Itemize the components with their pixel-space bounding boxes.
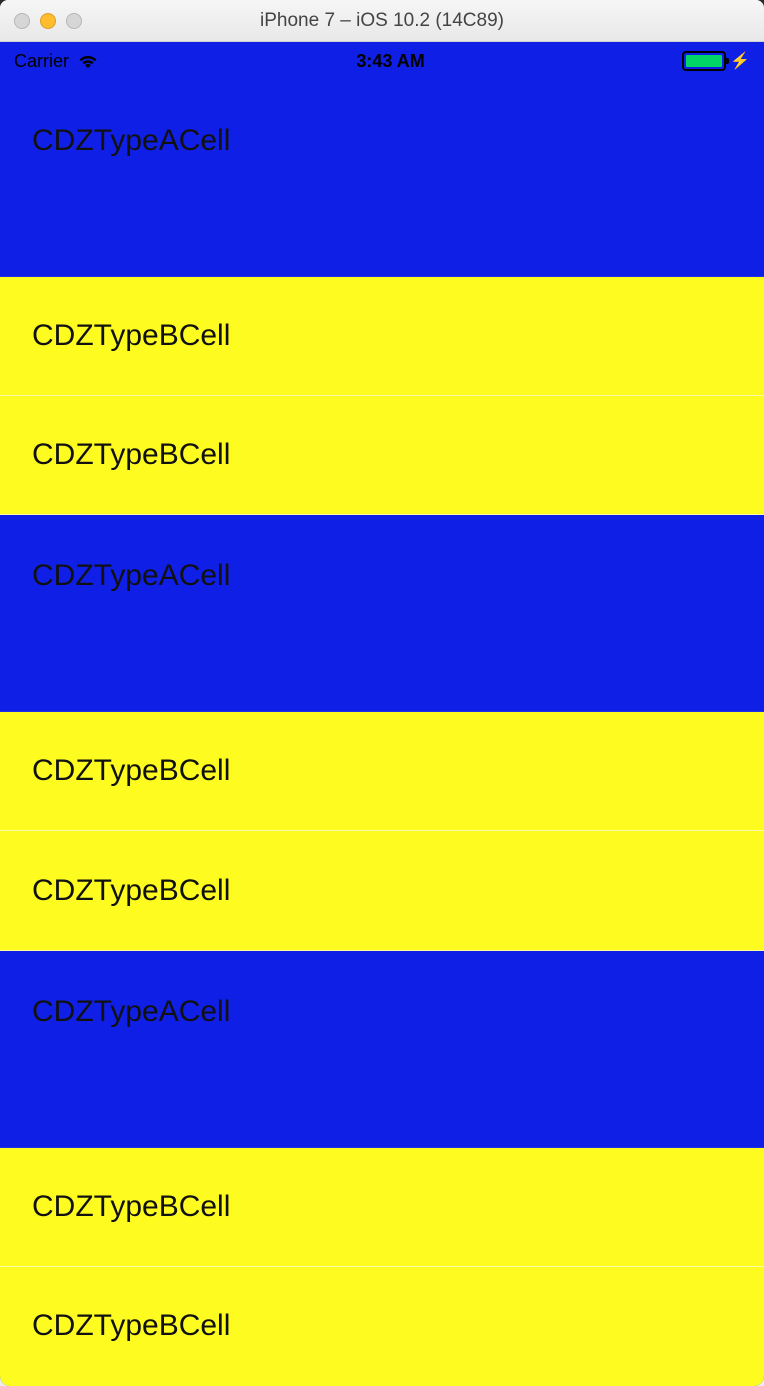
cell-label: CDZTypeACell	[32, 559, 230, 593]
cell-label: CDZTypeBCell	[32, 1309, 230, 1343]
status-left: Carrier	[14, 51, 99, 72]
cell-label: CDZTypeACell	[32, 124, 230, 158]
traffic-lights	[14, 13, 82, 29]
cell-label: CDZTypeBCell	[32, 319, 230, 353]
table-row[interactable]: CDZTypeACell	[0, 80, 764, 277]
charging-icon: ⚡	[730, 51, 750, 71]
cell-label: CDZTypeBCell	[32, 1190, 230, 1224]
table-row[interactable]: CDZTypeBCell	[0, 1267, 764, 1386]
cell-label: CDZTypeBCell	[32, 754, 230, 788]
cell-label: CDZTypeBCell	[32, 438, 230, 472]
battery-fill	[686, 55, 722, 67]
table-row[interactable]: CDZTypeACell	[0, 951, 764, 1148]
battery-icon	[682, 51, 726, 71]
simulator-window: iPhone 7 – iOS 10.2 (14C89) Carrier 3:43…	[0, 0, 764, 1386]
cell-label: CDZTypeACell	[32, 995, 230, 1029]
table-row[interactable]: CDZTypeBCell	[0, 831, 764, 950]
window-titlebar[interactable]: iPhone 7 – iOS 10.2 (14C89)	[0, 0, 764, 42]
wifi-icon	[77, 53, 99, 69]
status-time: 3:43 AM	[356, 51, 424, 72]
table-row[interactable]: CDZTypeBCell	[0, 1148, 764, 1267]
table-row[interactable]: CDZTypeBCell	[0, 396, 764, 515]
table-row[interactable]: CDZTypeACell	[0, 515, 764, 712]
window-title: iPhone 7 – iOS 10.2 (14C89)	[0, 10, 764, 32]
close-button[interactable]	[14, 13, 30, 29]
status-bar: Carrier 3:43 AM ⚡	[0, 42, 764, 80]
device-screen: Carrier 3:43 AM ⚡ CDZTypeACell	[0, 42, 764, 1386]
carrier-label: Carrier	[14, 51, 69, 72]
cell-label: CDZTypeBCell	[32, 874, 230, 908]
status-right: ⚡	[682, 51, 750, 71]
table-row[interactable]: CDZTypeBCell	[0, 277, 764, 396]
table-row[interactable]: CDZTypeBCell	[0, 712, 764, 831]
table-view[interactable]: CDZTypeACell CDZTypeBCell CDZTypeBCell C…	[0, 80, 764, 1386]
minimize-button[interactable]	[40, 13, 56, 29]
maximize-button[interactable]	[66, 13, 82, 29]
